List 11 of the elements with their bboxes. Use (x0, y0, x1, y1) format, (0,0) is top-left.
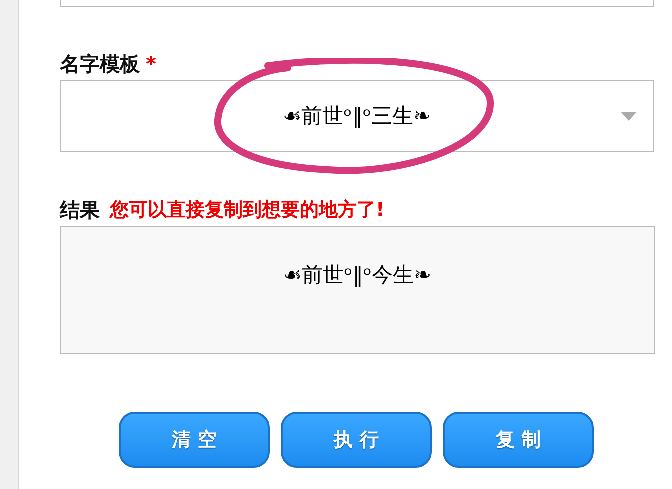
input-field[interactable] (60, 0, 654, 7)
template-dropdown[interactable]: ☙前世ᵒ‖ᵒ三生❧ (60, 80, 654, 152)
caret-icon (621, 112, 637, 121)
action-button[interactable]: 清 空 (119, 412, 270, 468)
field-label: 名字模板 (60, 50, 140, 78)
required-mark: * (146, 52, 156, 76)
hint-text: 您可以直接复制到想要的地方了! (110, 198, 385, 223)
result-label: 结果 (60, 196, 100, 224)
action-button[interactable]: 复 制 (443, 412, 594, 468)
action-button[interactable]: 执 行 (281, 412, 432, 468)
result-box[interactable]: ☙前世ᵒ‖ᵒ今生❧ (60, 226, 655, 354)
